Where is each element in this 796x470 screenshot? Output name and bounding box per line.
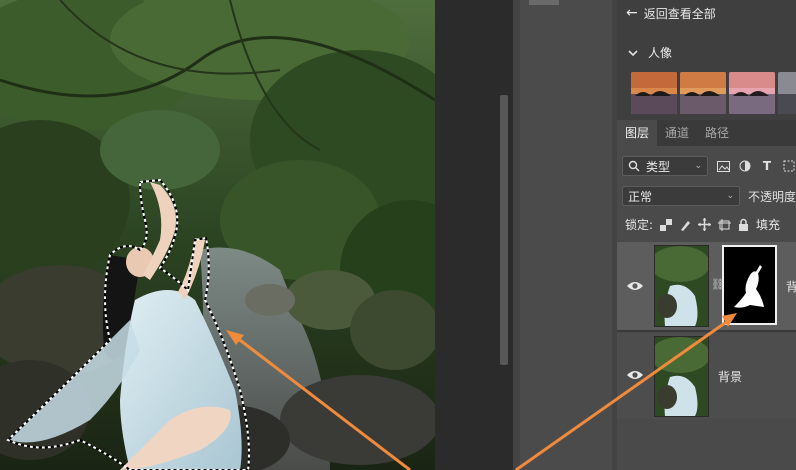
blend-row: 正常 ⌄ 不透明度 <box>622 186 796 206</box>
back-to-all-link[interactable]: ← 返回查看全部 <box>626 4 716 22</box>
side-panel-body <box>520 0 612 470</box>
layer-name[interactable]: 背景 <box>718 368 742 385</box>
shape-filter-icon[interactable] <box>782 159 796 173</box>
eye-icon[interactable] <box>626 369 644 381</box>
chevron-down-icon: ⌄ <box>694 161 702 171</box>
lock-icon[interactable] <box>738 218 749 231</box>
chevron-down-icon <box>628 49 638 56</box>
eye-icon[interactable] <box>626 280 644 292</box>
lock-move-icon[interactable] <box>698 218 712 231</box>
tab-paths[interactable]: 路径 <box>697 120 737 146</box>
blend-mode-select[interactable]: 正常 ⌄ <box>622 186 740 206</box>
preset-thumb[interactable] <box>680 72 726 114</box>
document-canvas[interactable] <box>0 0 435 470</box>
lock-row: 锁定: 填充 <box>625 216 780 233</box>
layer-thumbnail[interactable] <box>654 245 709 327</box>
preset-thumb[interactable] <box>729 72 775 114</box>
layer-kind-select[interactable]: 类型 ⌄ <box>622 156 708 176</box>
back-label: 返回查看全部 <box>643 6 716 21</box>
preset-thumbnails <box>631 72 796 114</box>
section-portrait[interactable]: 人像 <box>628 44 672 61</box>
search-icon <box>628 160 640 172</box>
lock-label: 锁定: <box>625 218 654 232</box>
layer-kind-label: 类型 <box>646 159 671 174</box>
photo-image <box>0 0 435 470</box>
layer-thumbnail[interactable] <box>654 336 709 417</box>
type-filter-icon[interactable]: T <box>760 159 774 173</box>
layer-filter-row: 类型 ⌄ T <box>622 156 796 176</box>
section-label: 人像 <box>648 46 673 60</box>
lock-transparent-icon[interactable] <box>660 218 673 231</box>
tab-channels[interactable]: 通道 <box>657 120 697 146</box>
opacity-label: 不透明度 <box>748 189 796 204</box>
lock-artboard-icon[interactable] <box>718 218 732 231</box>
tab-layers[interactable]: 图层 <box>617 120 658 146</box>
preset-thumb[interactable] <box>631 72 677 114</box>
layer-divider <box>617 330 796 332</box>
adjustment-filter-icon[interactable] <box>738 159 752 173</box>
layer-name[interactable]: 背 <box>786 278 796 295</box>
preset-thumb[interactable] <box>778 72 796 114</box>
arrow-left-icon: ← <box>626 5 638 21</box>
canvas-scrollbar[interactable] <box>500 95 508 365</box>
fill-label: 填充 <box>756 218 781 232</box>
blend-mode-value: 正常 <box>628 189 653 204</box>
image-filter-icon[interactable] <box>716 159 730 173</box>
layer-mask-thumbnail[interactable] <box>722 245 777 325</box>
chevron-down-icon: ⌄ <box>726 191 734 201</box>
lock-brush-icon[interactable] <box>679 219 691 231</box>
layers-tabbar: 图层 通道 路径 <box>617 120 796 146</box>
side-panel-tab[interactable] <box>529 0 559 5</box>
